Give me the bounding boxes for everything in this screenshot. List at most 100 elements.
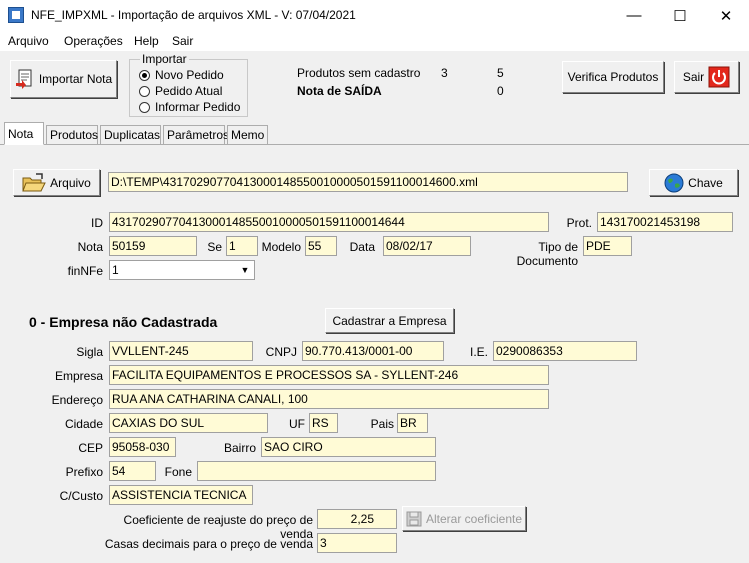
tab-parametros[interactable]: Parâmetros (163, 125, 229, 144)
ccusto-field[interactable]: ASSISTENCIA TECNICA (109, 485, 253, 505)
sair-label: Sair (682, 70, 705, 84)
globe-icon (664, 173, 684, 192)
floppy-disk-icon (406, 511, 422, 526)
menu-arquivo[interactable]: Arquivo (8, 34, 49, 48)
data-field[interactable]: 08/02/17 (383, 236, 471, 256)
uf-field[interactable]: RS (309, 413, 338, 433)
data-label: Data (349, 240, 375, 254)
prot-label: Prot. (566, 216, 592, 230)
menu-sair[interactable]: Sair (172, 34, 193, 48)
maximize-button[interactable]: ☐ (657, 0, 703, 31)
minimize-button[interactable]: — (611, 0, 657, 31)
se-field[interactable]: 1 (226, 236, 258, 256)
empresa-heading: 0 - Empresa não Cadastrada (29, 314, 218, 330)
prefixo-field[interactable]: 54 (109, 461, 156, 481)
finnfe-label: finNFe (67, 264, 103, 278)
open-folder-icon (22, 172, 46, 191)
chevron-down-icon[interactable]: ▼ (237, 262, 253, 278)
se-label: Se (207, 240, 222, 254)
tab-duplicatas-label: Duplicatas (104, 128, 161, 142)
prot-field[interactable]: 143170021453198 (597, 212, 733, 232)
tab-nota-label: Nota (8, 126, 34, 141)
cidade-field[interactable]: CAXIAS DO SUL (109, 413, 268, 433)
pais-field[interactable]: BR (397, 413, 428, 433)
chave-button-label: Chave (688, 175, 723, 190)
importar-group-title: Importar (140, 52, 189, 66)
cep-field[interactable]: 95058-030 (109, 437, 176, 457)
cadastrar-empresa-label: Cadastrar a Empresa (332, 313, 447, 328)
modelo-field[interactable]: 55 (305, 236, 337, 256)
tab-memo[interactable]: Memo (227, 125, 268, 144)
arquivo-path-field[interactable]: D:\TEMP\43170290770413000148550010000501… (108, 172, 628, 192)
tab-memo-label: Memo (231, 128, 265, 142)
bairro-field[interactable]: SAO CIRO (261, 437, 436, 457)
tab-produtos[interactable]: Produtos (46, 125, 98, 144)
pais-label: Pais (370, 417, 394, 431)
cnpj-label: CNPJ (265, 345, 297, 359)
sair-button[interactable]: Sair (674, 61, 739, 93)
tab-produtos-label: Produtos (50, 128, 99, 142)
alterar-coef-button[interactable]: Alterar coeficiente (402, 506, 526, 531)
coef-field[interactable]: 2,25 (317, 509, 397, 529)
app-icon (8, 7, 24, 23)
radio-informar-pedido-label: Informar Pedido (155, 100, 241, 114)
tab-duplicatas[interactable]: Duplicatas (100, 125, 161, 144)
cnpj-field[interactable]: 90.770.413/0001-00 (302, 341, 444, 361)
importar-nota-label: Importar Nota (38, 72, 113, 86)
id-field[interactable]: 4317029077041300014855001000050159110001… (109, 212, 549, 232)
empresa-label: Empresa (54, 369, 103, 383)
casas-label: Casas decimais para o preço de venda (104, 537, 313, 551)
power-icon (708, 66, 730, 88)
produtos-sem-cadastro-a: 3 (441, 66, 448, 80)
tipo-doc-field[interactable]: PDE (583, 236, 632, 256)
verifica-produtos-label: Verifica Produtos (567, 70, 659, 84)
document-import-icon (15, 69, 32, 89)
fone-label: Fone (164, 465, 192, 479)
ccusto-label: C/Custo (59, 489, 103, 503)
radio-unselected-icon (139, 85, 150, 97)
radio-unselected-icon (139, 101, 150, 113)
window-title: NFE_IMPXML - Importação de arquivos XML … (31, 8, 356, 22)
chave-button[interactable]: Chave (649, 169, 738, 196)
importar-nota-button[interactable]: Importar Nota (10, 60, 117, 98)
produtos-sem-cadastro-b: 5 (497, 66, 504, 80)
endereco-field[interactable]: RUA ANA CATHARINA CANALI, 100 (109, 389, 549, 409)
finnfe-selected-value: 1 (112, 263, 119, 277)
id-label: ID (91, 216, 103, 230)
radio-informar-pedido[interactable]: Informar Pedido (139, 100, 240, 114)
bairro-label: Bairro (223, 441, 256, 455)
casas-field[interactable]: 3 (317, 533, 397, 553)
nota-saida-value: 0 (497, 84, 504, 98)
ie-field[interactable]: 0290086353 (493, 341, 637, 361)
fone-field[interactable] (197, 461, 436, 481)
sigla-label: Sigla (76, 345, 103, 359)
sigla-field[interactable]: VVLLENT-245 (109, 341, 253, 361)
menu-help[interactable]: Help (134, 34, 159, 48)
menu-operacoes[interactable]: Operações (64, 34, 123, 48)
radio-novo-pedido[interactable]: Novo Pedido (139, 68, 224, 82)
alterar-coef-label: Alterar coeficiente (425, 511, 523, 526)
cadastrar-empresa-button[interactable]: Cadastrar a Empresa (325, 308, 454, 333)
cep-label: CEP (78, 441, 103, 455)
tipo-doc-label: Tipo de Documento (516, 240, 578, 268)
produtos-sem-cadastro-label: Produtos sem cadastro (297, 66, 421, 80)
prefixo-label: Prefixo (65, 465, 103, 479)
close-button[interactable]: ✕ (703, 0, 749, 31)
radio-selected-icon (139, 69, 150, 81)
ie-label: I.E. (469, 345, 488, 359)
uf-label: UF (289, 417, 305, 431)
verifica-produtos-button[interactable]: Verifica Produtos (562, 61, 664, 93)
endereco-label: Endereço (51, 393, 103, 407)
arquivo-button[interactable]: Arquivo (13, 169, 100, 196)
nota-label: Nota (77, 240, 103, 254)
radio-novo-pedido-label: Novo Pedido (155, 68, 224, 82)
nota-saida-label: Nota de SAÍDA (297, 84, 382, 98)
tab-parametros-label: Parâmetros (167, 128, 230, 142)
radio-pedido-atual[interactable]: Pedido Atual (139, 84, 222, 98)
empresa-field[interactable]: FACILITA EQUIPAMENTOS E PROCESSOS SA - S… (109, 365, 549, 385)
finnfe-select[interactable]: 1 ▼ (109, 260, 255, 280)
radio-pedido-atual-label: Pedido Atual (155, 84, 223, 98)
nota-field[interactable]: 50159 (109, 236, 197, 256)
cidade-label: Cidade (64, 417, 103, 431)
tab-nota[interactable]: Nota (4, 122, 44, 145)
